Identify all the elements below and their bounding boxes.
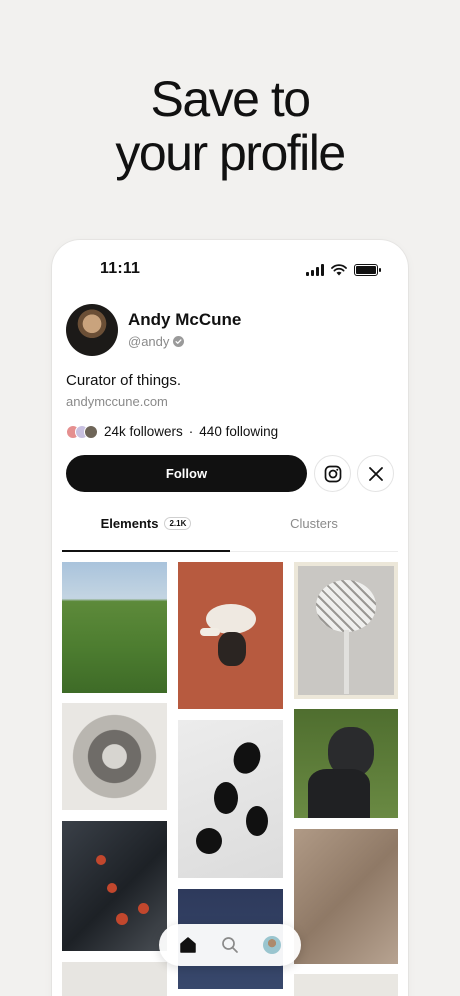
headline: Save to your profile [0,72,460,180]
profile-avatar[interactable] [66,304,118,356]
phone-screen: 11:11 Andy McCune @andy Curator of thing… [52,240,408,996]
grid-item-partial-2[interactable] [294,974,398,996]
battery-icon [354,264,381,276]
search-icon [222,937,238,953]
followers-count[interactable]: 24k followers [104,424,183,439]
grid-item-mushrooms[interactable] [178,562,283,709]
profile-website-link[interactable]: andymccune.com [66,394,168,409]
followers-row[interactable]: 24k followers · 440 following [66,424,278,439]
grid-item-partial-1[interactable] [62,962,167,996]
grid-item-sand-texture[interactable] [294,829,398,964]
following-count[interactable]: 440 following [199,424,278,439]
headline-line-1: Save to [150,71,311,127]
instagram-icon [324,465,341,482]
nav-home[interactable] [175,932,201,958]
grid-item-butterfly-wing[interactable] [62,821,167,951]
wifi-icon [331,264,347,276]
nav-profile[interactable] [259,932,285,958]
profile-handle: @andy [128,334,185,349]
follower-avatars [66,424,98,439]
verified-icon [173,336,185,347]
grid-item-spiral-text-art[interactable] [62,703,167,810]
headline-line-2: your profile [115,125,346,181]
profile-avatar-icon [263,936,281,954]
handle-text: @andy [128,334,170,349]
instagram-button[interactable] [314,455,351,492]
bottom-navigation [159,924,301,966]
grid-item-seed-pod[interactable] [294,562,398,699]
home-icon [180,937,196,953]
signal-icon [306,264,324,276]
profile-tabs: Elements 2.1K Clusters [62,516,398,552]
status-time: 11:11 [100,260,141,277]
grid-item-ink-drops[interactable] [178,720,283,878]
status-bar: 11:11 [52,260,408,282]
elements-count-badge: 2.1K [164,517,192,530]
profile-bio: Curator of things. [66,372,182,389]
grid-item-green-hill[interactable] [62,562,167,693]
tab-clusters[interactable]: Clusters [230,516,398,552]
status-icons [306,264,381,276]
x-button[interactable] [357,455,394,492]
follow-button[interactable]: Follow [66,455,307,492]
x-icon [368,466,383,481]
tab-clusters-label: Clusters [290,516,338,531]
nav-search[interactable] [217,932,243,958]
tab-elements[interactable]: Elements 2.1K [62,516,230,552]
profile-name: Andy McCune [128,310,242,329]
separator: · [188,424,194,439]
grid-item-hooded-figure[interactable] [294,709,398,818]
tab-elements-label: Elements [100,516,159,531]
